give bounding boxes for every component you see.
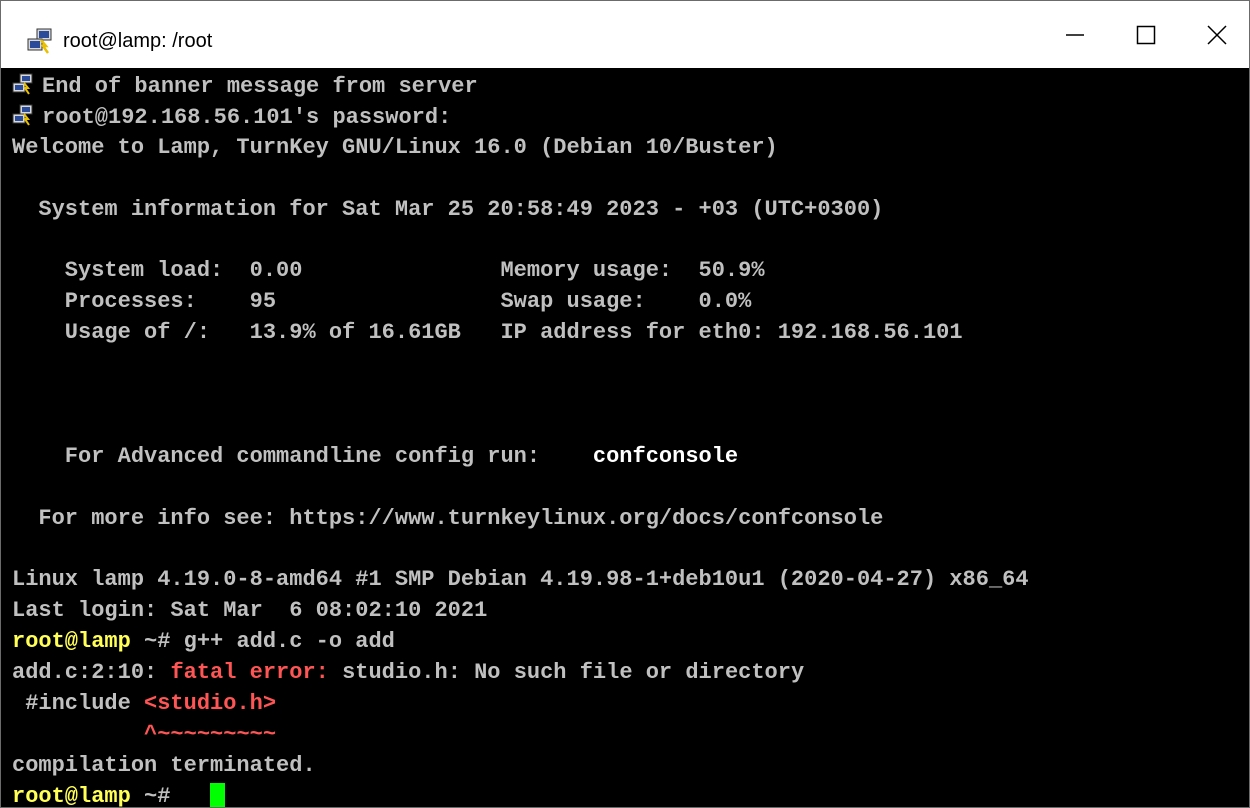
uname-line: Linux lamp 4.19.0-8-amd64 #1 SMP Debian … [12, 567, 1029, 592]
password-prompt-text: root@192.168.56.101's password: [42, 105, 452, 130]
caret-marker: ^~~~~~~~~~ [144, 722, 277, 747]
banner-end-line: End of banner message from server [12, 72, 478, 102]
minimize-icon [1066, 33, 1084, 36]
command-line: root@lamp ~# g++ add.c -o add [12, 627, 395, 657]
maximize-button[interactable] [1112, 1, 1180, 68]
error-line: add.c:2:10: fatal error: studio.h: No su… [12, 658, 804, 688]
minimize-button[interactable] [1041, 1, 1109, 68]
confconsole-command: confconsole [592, 444, 739, 469]
more-info-line: For more info see: https://www.turnkeyli… [12, 506, 884, 531]
close-button[interactable] [1183, 1, 1249, 68]
prompt-host: root@lamp [12, 784, 131, 808]
putty-small-icon [12, 73, 33, 95]
confconsole-label: For Advanced commandline config run: [12, 444, 593, 469]
welcome-line: Welcome to Lamp, TurnKey GNU/Linux 16.0 … [12, 135, 778, 160]
sysinfo-header-line: System information for Sat Mar 25 20:58:… [12, 197, 884, 222]
include-line: #include <studio.h> [12, 689, 276, 719]
command-text: g++ add.c -o add [183, 629, 395, 654]
title-bar[interactable]: root@lamp: /root [1, 1, 1249, 68]
terminal-output[interactable]: End of banner message from server root@1… [1, 68, 1249, 808]
compilation-terminated-line: compilation terminated. [12, 753, 316, 778]
error-message: studio.h: No such file or directory [328, 660, 805, 685]
error-location: add.c:2:10: [12, 660, 171, 685]
error-label: fatal error: [170, 660, 329, 685]
close-icon [1207, 24, 1227, 45]
putty-app-icon[interactable] [27, 28, 53, 54]
sysinfo-row-disk-ip: Usage of /: 13.9% of 16.61GB IP address … [12, 320, 963, 345]
prompt-suffix: ~# [130, 784, 184, 808]
current-prompt-line: root@lamp ~# [12, 782, 184, 808]
terminal-cursor [210, 783, 225, 807]
caret-padding [12, 722, 144, 747]
maximize-icon [1136, 25, 1156, 44]
putty-small-icon [12, 104, 33, 126]
password-line: root@192.168.56.101's password: [12, 103, 451, 133]
sysinfo-row-load-memory: System load: 0.00 Memory usage: 50.9% [12, 258, 765, 283]
terminal-window: root@lamp: /root End of banner message f… [0, 0, 1250, 808]
confconsole-line: For Advanced commandline config run: con… [12, 442, 738, 472]
last-login-line: Last login: Sat Mar 6 08:02:10 2021 [12, 598, 488, 623]
caret-line: ^~~~~~~~~~ [12, 720, 276, 750]
prompt-suffix: ~# [130, 629, 184, 654]
window-title: root@lamp: /root [63, 30, 213, 52]
banner-end-text: End of banner message from server [42, 74, 478, 99]
include-file: <studio.h> [144, 691, 277, 716]
include-directive: #include [12, 691, 145, 716]
prompt-host: root@lamp [12, 629, 131, 654]
sysinfo-row-processes-swap: Processes: 95 Swap usage: 0.0% [12, 289, 752, 314]
